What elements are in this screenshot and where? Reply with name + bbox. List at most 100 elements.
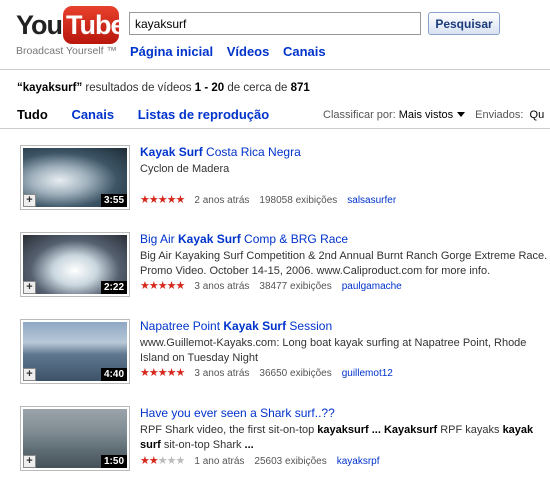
video-title-link[interactable]: Have you ever seen a Shark surf..?? xyxy=(140,406,335,420)
star-icon: ★ xyxy=(157,194,168,206)
uploader-link[interactable]: guillemot12 xyxy=(342,368,393,379)
header-divider xyxy=(0,69,550,70)
star-icon: ★ xyxy=(175,280,186,292)
star-icon: ★ xyxy=(166,455,177,467)
title-fragment: Comp & BRG Race xyxy=(240,232,349,246)
star-icon: ★ xyxy=(148,367,159,379)
chevron-down-icon[interactable] xyxy=(457,112,466,117)
result-item: +3:55 Kayak Surf Costa Rica Negra Cyclon d… xyxy=(20,145,550,225)
star-icon: ★ xyxy=(148,455,159,467)
uploader-link[interactable]: salsasurfer xyxy=(347,195,396,206)
nav-home[interactable]: Página inicial xyxy=(130,44,213,59)
result-item: +1:50 Have you ever seen a Shark surf..??… xyxy=(20,406,550,485)
sort-label: Classificar por: xyxy=(323,109,396,121)
description-fragment: ... xyxy=(244,439,254,451)
uploaded-label: Enviados: xyxy=(475,109,524,121)
top-nav: Página inicial Vídeos Canais xyxy=(130,44,336,59)
tab-channels[interactable]: Canais xyxy=(71,107,114,122)
duration-badge: 4:40 xyxy=(100,368,127,381)
star-icon: ★ xyxy=(157,367,168,379)
duration-badge: 2:22 xyxy=(100,281,127,294)
star-icon: ★ xyxy=(175,194,186,206)
upload-age: 1 ano atrás xyxy=(194,456,245,467)
view-count: 38477 exibições xyxy=(259,281,332,292)
view-count: 198058 exibições xyxy=(259,195,338,206)
video-thumbnail[interactable]: +4:40 xyxy=(20,319,130,384)
add-to-queue-icon[interactable]: + xyxy=(23,455,36,468)
tagline: Broadcast Yourself ™ xyxy=(16,45,117,57)
logo-tube-box: Tube xyxy=(63,6,125,44)
title-fragment: Kayak Surf xyxy=(178,232,241,246)
tab-playlists[interactable]: Listas de reprodução xyxy=(138,107,269,122)
star-rating: ★★★★★ xyxy=(140,454,186,467)
video-title-link[interactable]: Napatree Point Kayak Surf Session xyxy=(140,319,332,333)
video-description: RPF Shark video, the first sit-on-top ka… xyxy=(140,423,550,453)
star-icon: ★ xyxy=(157,280,168,292)
results-summary: “kayaksurf” resultados de vídeos 1 - 20 … xyxy=(17,82,310,94)
uploaded-select[interactable]: Qu xyxy=(530,109,545,121)
star-rating: ★★★★★ xyxy=(140,279,186,292)
result-item: +2:22 Big Air Kayak Surf Comp & BRG Race B… xyxy=(20,232,550,312)
logo-tube-text: Tube xyxy=(66,10,125,40)
nav-videos[interactable]: Vídeos xyxy=(227,44,270,59)
video-title-link[interactable]: Kayak Surf Costa Rica Negra xyxy=(140,145,301,159)
star-icon: ★ xyxy=(166,280,177,292)
video-meta: ★★★★★ 1 ano atrás 25603 exibições kayaksrpf xyxy=(140,454,380,467)
result-item: +4:40 Napatree Point Kayak Surf Session ww… xyxy=(20,319,550,399)
summary-query: “kayaksurf” xyxy=(17,82,83,94)
youtube-logo[interactable]: You Tube xyxy=(16,6,125,50)
title-fragment: Big Air xyxy=(140,232,179,246)
view-count: 36650 exibições xyxy=(259,368,332,379)
upload-age: 3 anos atrás xyxy=(194,281,250,292)
description-fragment: RPF kayaks xyxy=(437,424,503,436)
description-fragment: kayaksurf ... Kayaksurf xyxy=(317,424,438,436)
duration-badge: 1:50 xyxy=(100,455,127,468)
nav-channels[interactable]: Canais xyxy=(283,44,326,59)
star-icon: ★ xyxy=(148,280,159,292)
uploader-link[interactable]: kayaksrpf xyxy=(337,456,380,467)
description-fragment: www.Guillemot-Kayaks.com: Long boat kaya… xyxy=(140,337,527,364)
uploader-link[interactable]: paulgamache xyxy=(342,281,402,292)
summary-range: 1 - 20 xyxy=(194,82,225,94)
title-fragment: Kayak Surf xyxy=(223,319,287,333)
tabs-divider xyxy=(0,128,550,129)
video-meta: ★★★★★ 3 anos atrás 36650 exibições guillemo… xyxy=(140,366,393,379)
add-to-queue-icon[interactable]: + xyxy=(23,368,36,381)
star-icon: ★ xyxy=(175,455,186,467)
title-fragment: Session xyxy=(286,319,333,333)
summary-total: 871 xyxy=(290,82,310,94)
title-fragment: Costa Rica Negra xyxy=(202,145,301,159)
description-fragment: sit-on-top Shark xyxy=(160,439,245,451)
video-description: Cyclon de Madera xyxy=(140,162,550,177)
summary-text1: resultados de vídeos xyxy=(82,82,195,94)
star-rating: ★★★★★ xyxy=(140,193,186,206)
star-icon: ★ xyxy=(140,455,150,467)
video-description: www.Guillemot-Kayaks.com: Long boat kaya… xyxy=(140,336,550,366)
video-description: Big Air Kayaking Surf Competition & 2nd … xyxy=(140,249,550,279)
search-input[interactable] xyxy=(129,12,421,35)
star-rating: ★★★★★ xyxy=(140,366,186,379)
description-fragment: Cyclon de Madera xyxy=(140,163,230,175)
add-to-queue-icon[interactable]: + xyxy=(23,194,36,207)
search-button[interactable]: Pesquisar xyxy=(428,12,500,35)
star-icon: ★ xyxy=(166,367,177,379)
video-title-link[interactable]: Big Air Kayak Surf Comp & BRG Race xyxy=(140,232,348,246)
upload-age: 2 anos atrás xyxy=(194,195,250,206)
video-thumbnail[interactable]: +3:55 xyxy=(20,145,130,210)
description-fragment: Big Air Kayaking Surf Competition & 2nd … xyxy=(140,250,548,277)
view-count: 25603 exibições xyxy=(254,456,327,467)
video-thumbnail[interactable]: +2:22 xyxy=(20,232,130,297)
add-to-queue-icon[interactable]: + xyxy=(23,281,36,294)
result-tabs: Tudo Canais Listas de reprodução xyxy=(17,107,289,122)
tab-all[interactable]: Tudo xyxy=(17,107,48,122)
star-icon: ★ xyxy=(140,367,150,379)
title-fragment: Have you ever seen a Shark surf..?? xyxy=(140,406,335,420)
logo-you-text: You xyxy=(16,10,63,40)
star-icon: ★ xyxy=(140,194,150,206)
video-thumbnail[interactable]: +1:50 xyxy=(20,406,130,471)
sort-select[interactable]: Mais vistos xyxy=(399,109,453,121)
star-icon: ★ xyxy=(175,367,186,379)
summary-text2: de cerca de xyxy=(224,82,291,94)
video-meta: ★★★★★ 3 anos atrás 38477 exibições paulgama… xyxy=(140,279,402,292)
star-icon: ★ xyxy=(140,280,150,292)
